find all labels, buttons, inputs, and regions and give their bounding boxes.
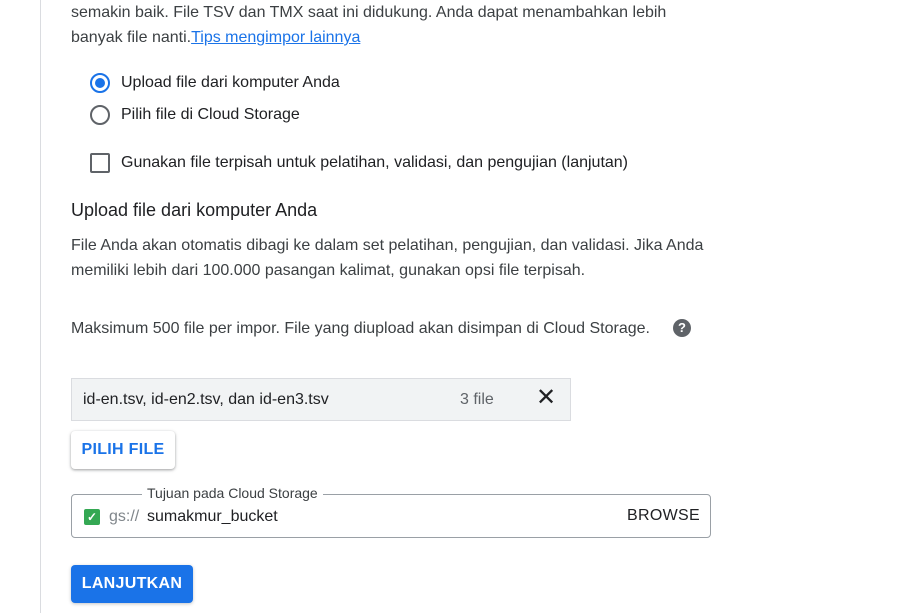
left-divider [40,0,41,613]
file-count: 3 file [460,391,494,408]
section-title: Upload file dari komputer Anda [71,200,318,220]
checkbox[interactable] [90,153,110,173]
radio-label: Upload file dari komputer Anda [121,74,340,91]
max-files-note: Maksimum 500 file per impor. File yang d… [71,320,650,337]
intro-text: semakin baik. File TSV dan TMX saat ini … [71,0,721,50]
selected-files-box: id-en.tsv, id-en2.tsv, dan id-en3.tsv 3 … [71,378,571,421]
check-box-icon: ✓ [84,509,100,525]
continue-button[interactable]: LANJUTKAN [71,565,193,603]
close-icon[interactable]: ✕ [536,386,556,410]
checkbox-label: Gunakan file terpisah untuk pelatihan, v… [121,154,629,171]
choose-file-button[interactable]: PILIH FILE [71,431,175,469]
intro-line-1: semakin baik. File TSV dan TMX saat ini … [71,4,667,21]
radio-button[interactable] [90,105,110,125]
import-tips-link[interactable]: Tips mengimpor lainnya [191,29,360,46]
radio-upload-computer[interactable]: Upload file dari komputer Anda [90,73,340,93]
section-description: File Anda akan otomatis dibagi ke dalam … [71,237,704,279]
gs-prefix: gs:// [109,508,140,525]
separate-files-checkbox-row[interactable]: Gunakan file terpisah untuk pelatihan, v… [90,153,628,173]
cloud-storage-destination-field[interactable]: Tujuan pada Cloud Storage ✓ gs:// sumakm… [71,485,711,538]
radio-cloud-storage[interactable]: Pilih file di Cloud Storage [90,105,300,125]
browse-button[interactable]: BROWSE [627,507,700,525]
help-circle-icon[interactable]: ? [673,319,691,337]
selected-file-names: id-en.tsv, id-en2.tsv, dan id-en3.tsv [83,391,329,408]
field-legend: Tujuan pada Cloud Storage [142,485,323,501]
bucket-path-input[interactable]: sumakmur_bucket [147,508,278,526]
radio-button-selected[interactable] [90,73,110,93]
intro-line-2: banyak file nanti. [71,29,192,46]
radio-label: Pilih file di Cloud Storage [121,106,300,123]
